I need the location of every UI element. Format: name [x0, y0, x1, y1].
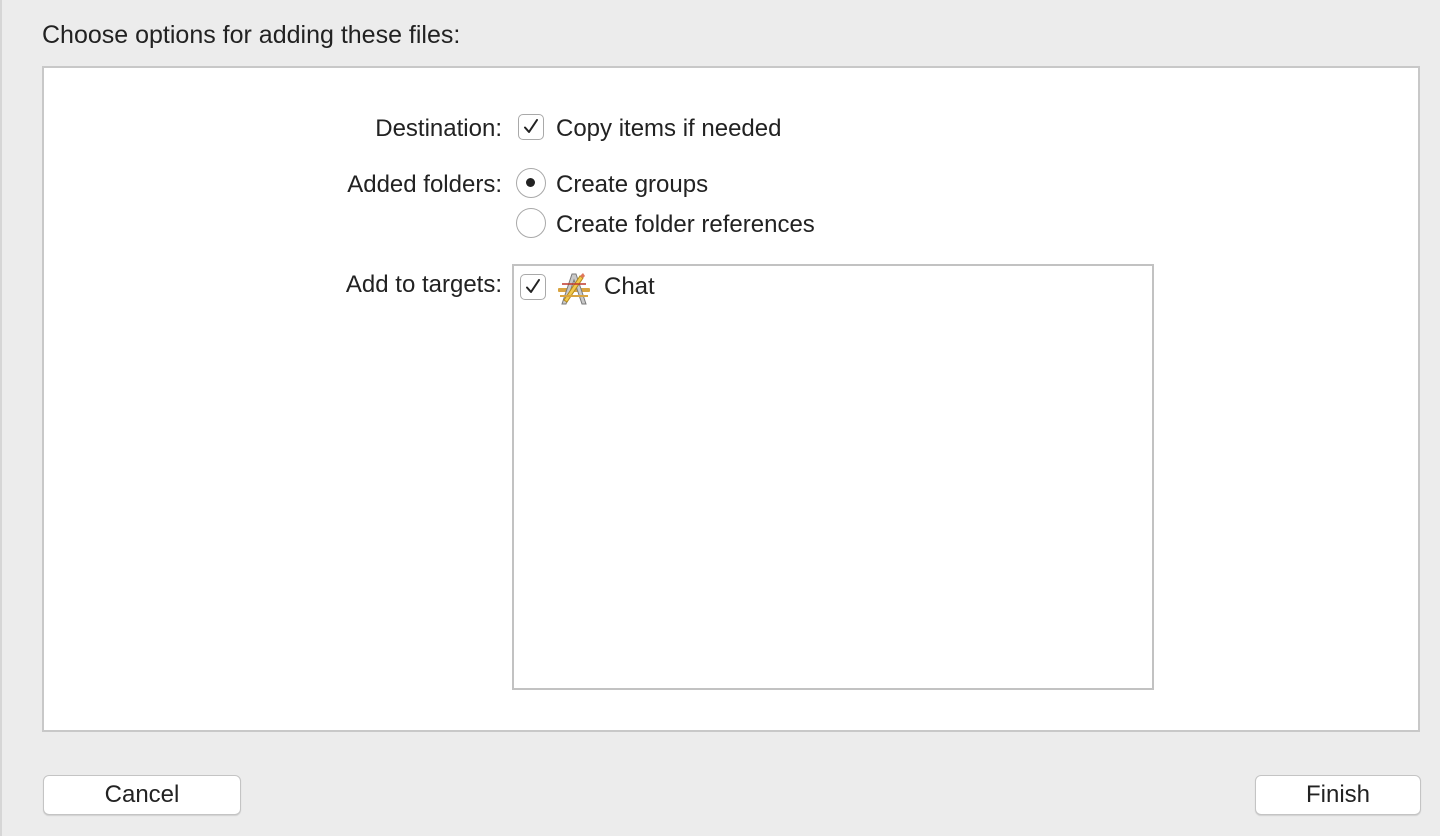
cancel-button[interactable]: Cancel — [43, 775, 241, 815]
xcode-app-icon — [558, 273, 590, 305]
target-row[interactable]: Chat — [514, 266, 1152, 310]
create-folder-references-radio[interactable] — [516, 208, 546, 238]
destination-label: Destination: — [375, 115, 502, 142]
finish-button[interactable]: Finish — [1255, 775, 1421, 815]
radio-selected-dot — [526, 178, 535, 187]
checkmark-icon — [526, 279, 540, 293]
window-left-edge — [0, 0, 2, 836]
copy-items-checkbox[interactable] — [518, 114, 544, 140]
create-groups-radio[interactable] — [516, 168, 546, 198]
create-groups-label[interactable]: Create groups — [556, 170, 708, 200]
add-to-targets-label: Add to targets: — [345, 271, 502, 298]
target-chat-label[interactable]: Chat — [604, 272, 655, 302]
copy-items-label[interactable]: Copy items if needed — [556, 114, 781, 144]
added-folders-label: Added folders: — [347, 171, 502, 198]
options-panel: Destination: Copy items if needed Added … — [42, 66, 1420, 732]
dialog-heading: Choose options for adding these files: — [42, 21, 461, 49]
target-chat-checkbox[interactable] — [520, 274, 546, 300]
targets-list[interactable]: Chat — [512, 264, 1154, 690]
checkmark-icon — [524, 119, 538, 133]
create-folder-references-label[interactable]: Create folder references — [556, 210, 815, 240]
